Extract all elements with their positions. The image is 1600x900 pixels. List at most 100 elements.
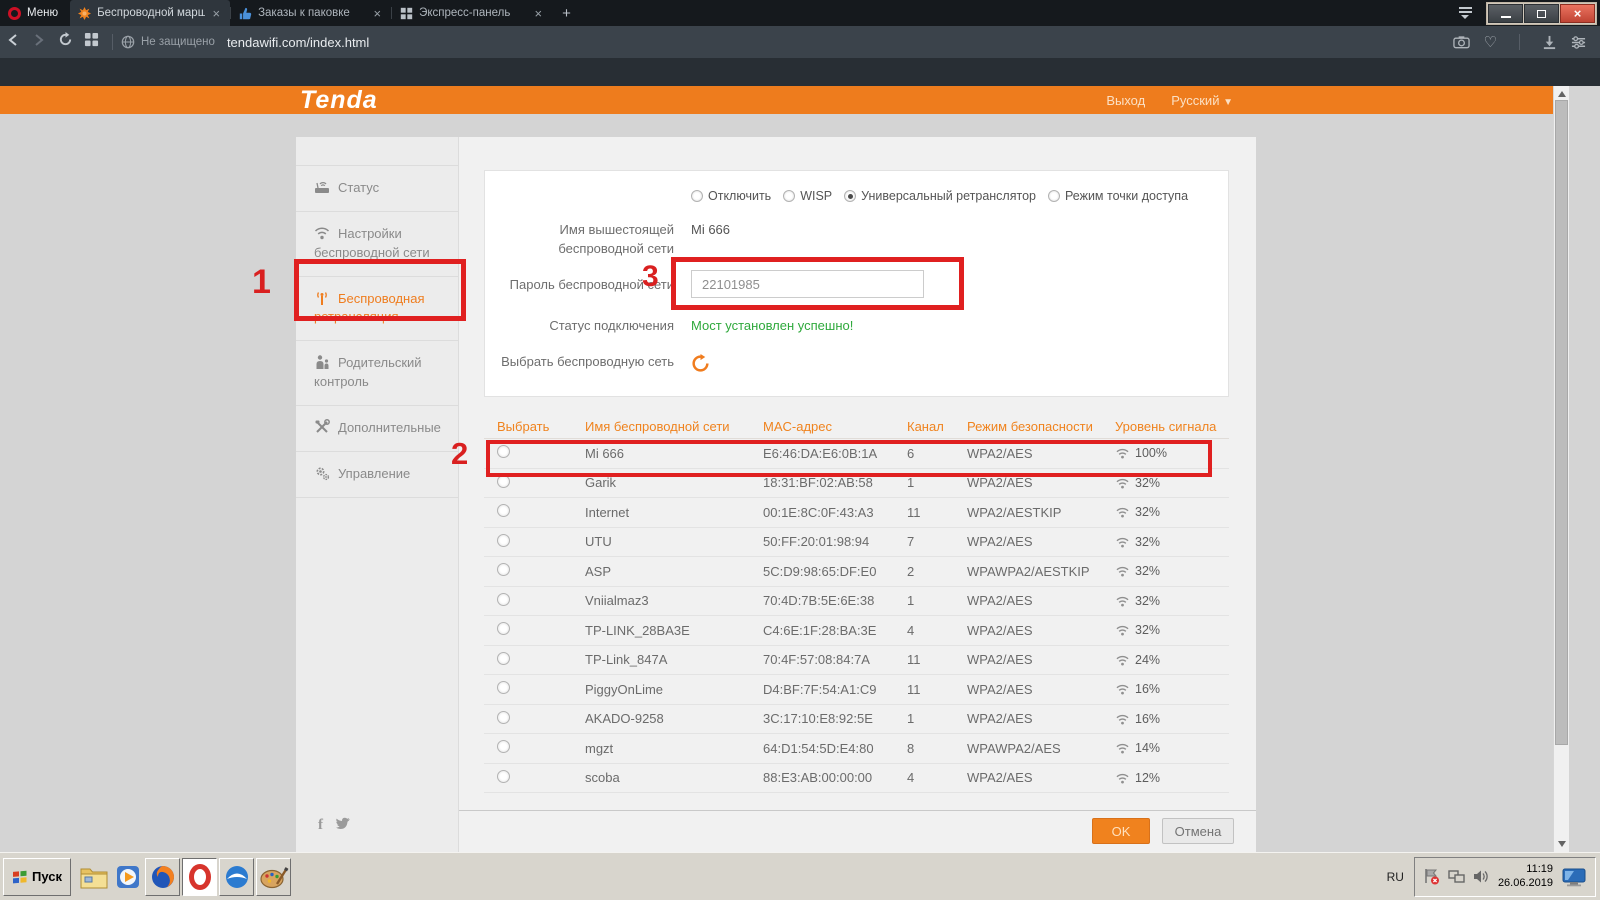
- url-text[interactable]: tendawifi.com/index.html: [227, 35, 369, 50]
- opera-taskbar-button[interactable]: [182, 858, 217, 896]
- network-table-row[interactable]: mgzt 64:D1:54:5D:E4:80 8 WPAWPA2/AES 14%: [484, 734, 1229, 764]
- radio-icon[interactable]: [691, 190, 703, 202]
- col-header-ssid: Имя беспроводной сети: [585, 419, 763, 434]
- radio-icon[interactable]: [1048, 190, 1060, 202]
- wifi-signal-icon: [1115, 742, 1130, 754]
- show-desktop-icon[interactable]: [1561, 867, 1587, 887]
- network-channel: 11: [907, 652, 967, 667]
- network-ssid: PiggyOnLime: [585, 682, 763, 697]
- col-header-select: Выбрать: [497, 419, 585, 434]
- close-tab-icon[interactable]: ×: [372, 6, 384, 21]
- cancel-button[interactable]: Отмена: [1162, 818, 1234, 844]
- opera-menu-button[interactable]: Меню: [0, 0, 70, 26]
- firefox-taskbar-button[interactable]: [145, 858, 180, 896]
- facebook-icon[interactable]: f: [318, 817, 323, 834]
- tab-menu-icon[interactable]: [1450, 0, 1480, 26]
- select-network-radio[interactable]: [497, 534, 510, 547]
- network-security: WPA2/AES: [967, 623, 1115, 638]
- start-button[interactable]: Пуск: [3, 858, 71, 896]
- mode-option-universal-repeater[interactable]: Универсальный ретранслятор: [844, 189, 1036, 203]
- select-network-radio[interactable]: [497, 504, 510, 517]
- tab-speed-dial[interactable]: Экспресс-панель ×: [392, 0, 552, 26]
- mode-label: Режим точки доступа: [1065, 189, 1188, 203]
- sidebar-item-advanced[interactable]: Дополнительные: [296, 406, 458, 452]
- page-scrollbar[interactable]: [1553, 86, 1569, 852]
- tab-router-admin[interactable]: Беспроводной маршрутизат ×: [70, 0, 230, 26]
- paint-taskbar-button[interactable]: [256, 858, 291, 896]
- forward-button[interactable]: [26, 32, 52, 52]
- sidebar-item-status[interactable]: Статус: [296, 166, 458, 212]
- openoffice-taskbar-button[interactable]: [219, 858, 254, 896]
- taskbar-clock[interactable]: 11:19 26.06.2019: [1498, 863, 1553, 891]
- browser-tab-bar: Меню Беспроводной маршрутизат × Заказы к…: [0, 0, 1600, 26]
- network-channel: 2: [907, 564, 967, 579]
- network-table-row[interactable]: AKADO-9258 3C:17:10:E8:92:5E 1 WPA2/AES …: [484, 705, 1229, 735]
- reload-button[interactable]: [52, 32, 78, 52]
- refresh-scan-icon[interactable]: [691, 354, 710, 373]
- keyboard-language-indicator[interactable]: RU: [1377, 870, 1414, 884]
- network-table-row[interactable]: TP-LINK_28BA3E C4:6E:1F:28:BA:3E 4 WPA2/…: [484, 616, 1229, 646]
- window-close-button[interactable]: ×: [1560, 4, 1595, 23]
- network-table-row[interactable]: PiggyOnLime D4:BF:7F:54:A1:C9 11 WPA2/AE…: [484, 675, 1229, 705]
- network-security: WPA2/AES: [967, 652, 1115, 667]
- language-selector[interactable]: Русский ▼: [1171, 93, 1233, 108]
- desktop-screen: Меню Беспроводной маршрутизат × Заказы к…: [0, 0, 1600, 900]
- speed-dial-button[interactable]: [78, 32, 104, 52]
- connection-status-value: Мост установлен успешно!: [691, 317, 853, 333]
- tab-title: Беспроводной маршрутизат: [97, 7, 204, 19]
- volume-tray-icon[interactable]: [1473, 869, 1490, 884]
- network-table-row[interactable]: Internet 00:1E:8C:0F:43:A3 11 WPA2/AESTK…: [484, 498, 1229, 528]
- network-table-row[interactable]: TP-Link_847A 70:4F:57:08:84:7A 11 WPA2/A…: [484, 646, 1229, 676]
- tab-orders[interactable]: Заказы к паковке ×: [231, 0, 391, 26]
- twitter-icon[interactable]: [335, 817, 351, 831]
- select-network-radio[interactable]: [497, 652, 510, 665]
- logout-link[interactable]: Выход: [1106, 93, 1145, 108]
- back-button[interactable]: [0, 32, 26, 52]
- scrollbar-down-arrow-icon[interactable]: [1558, 841, 1566, 847]
- signal-percent: 12%: [1135, 771, 1160, 785]
- downloads-icon[interactable]: [1542, 35, 1557, 50]
- ok-button[interactable]: OK: [1092, 818, 1150, 844]
- network-table-row[interactable]: scoba 88:E3:AB:00:00:00 4 WPA2/AES 12%: [484, 764, 1229, 794]
- opera-icon: [187, 864, 213, 890]
- mode-option-disable[interactable]: Отключить: [691, 189, 771, 203]
- scrollbar-thumb[interactable]: [1555, 100, 1568, 745]
- page-top-dark-band: [0, 58, 1600, 86]
- signal-percent: 32%: [1135, 594, 1160, 608]
- new-tab-button[interactable]: +: [552, 0, 581, 26]
- sidebar-item-administration[interactable]: Управление: [296, 452, 458, 498]
- site-security-badge[interactable]: Не защищено: [121, 35, 215, 49]
- file-explorer-icon[interactable]: [77, 858, 111, 896]
- mode-option-wisp[interactable]: WISP: [783, 189, 832, 203]
- select-network-radio[interactable]: [497, 681, 510, 694]
- snapshot-camera-icon[interactable]: [1453, 35, 1470, 49]
- select-network-radio[interactable]: [497, 563, 510, 576]
- window-minimize-button[interactable]: [1488, 4, 1523, 23]
- settings-sliders-icon[interactable]: [1571, 35, 1586, 50]
- network-table-row[interactable]: UTU 50:FF:20:01:98:94 7 WPA2/AES 32%: [484, 528, 1229, 558]
- close-tab-icon[interactable]: ×: [211, 6, 223, 21]
- select-network-radio[interactable]: [497, 711, 510, 724]
- network-channel: 11: [907, 505, 967, 520]
- security-alert-tray-icon[interactable]: [1423, 868, 1440, 885]
- col-header-security: Режим безопасности: [967, 419, 1115, 434]
- network-ssid: mgzt: [585, 741, 763, 756]
- sidebar-item-parental-control[interactable]: Родительский контроль: [296, 341, 458, 406]
- network-table-row[interactable]: Vniialmaz3 70:4D:7B:5E:6E:38 1 WPA2/AES …: [484, 587, 1229, 617]
- window-maximize-button[interactable]: [1524, 4, 1559, 23]
- bookmark-heart-icon[interactable]: ♡: [1484, 33, 1497, 51]
- media-player-icon[interactable]: [111, 858, 145, 896]
- scrollbar-up-arrow-icon[interactable]: [1558, 91, 1566, 97]
- mode-label: WISP: [800, 189, 832, 203]
- select-network-radio[interactable]: [497, 740, 510, 753]
- radio-icon[interactable]: [783, 190, 795, 202]
- radio-icon[interactable]: [844, 190, 856, 202]
- network-security: WPA2/AES: [967, 711, 1115, 726]
- network-table-row[interactable]: ASP 5C:D9:98:65:DF:E0 2 WPAWPA2/AESTKIP …: [484, 557, 1229, 587]
- network-tray-icon[interactable]: [1448, 869, 1465, 884]
- select-network-radio[interactable]: [497, 770, 510, 783]
- select-network-radio[interactable]: [497, 622, 510, 635]
- select-network-radio[interactable]: [497, 593, 510, 606]
- mode-option-access-point[interactable]: Режим точки доступа: [1048, 189, 1188, 203]
- close-tab-icon[interactable]: ×: [533, 6, 545, 21]
